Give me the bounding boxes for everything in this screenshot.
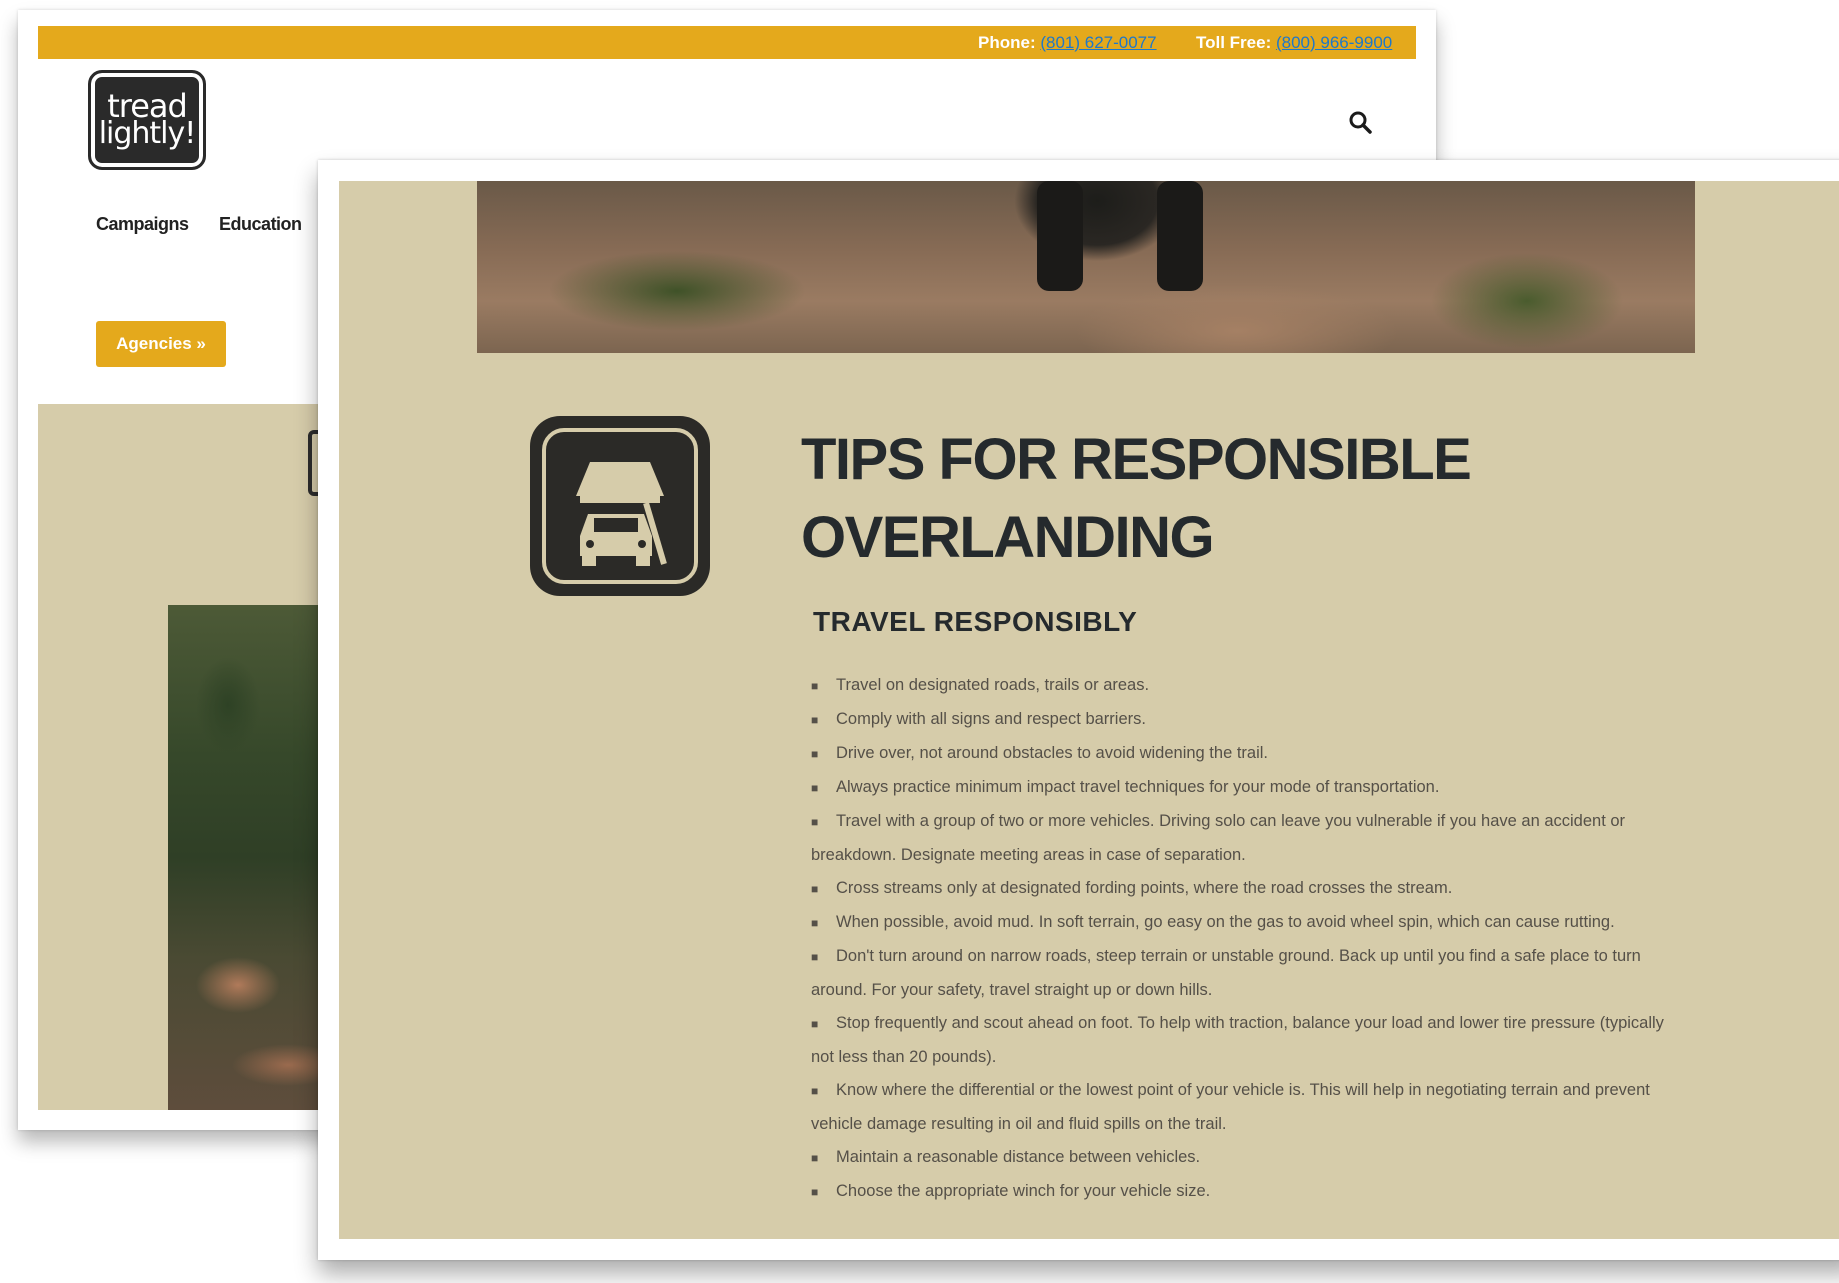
section-heading: TRAVEL RESPONSIBLY [813, 606, 1138, 637]
list-item: ■ Know where the differential or the lowe… [811, 1074, 1691, 1141]
bullet-icon: ■ [811, 916, 819, 930]
search-icon[interactable] [1346, 108, 1376, 138]
tip-text: Travel on designated roads, trails or ar… [836, 676, 1150, 694]
title-line1: TIPS FOR RESPONSIBLE [801, 427, 1472, 492]
title-line2: OVERLANDING [801, 505, 1215, 570]
tollfree-number-link[interactable]: (800) 966-9900 [1276, 33, 1392, 52]
bullet-icon: ■ [811, 1151, 819, 1165]
front-browser-window: TIPS FOR RESPONSIBLE OVERLANDING TRAVEL … [318, 160, 1839, 1260]
list-item: ■ Always practice minimum impact travel t… [811, 771, 1691, 805]
list-item: ■ Travel on designated roads, trails or a… [811, 669, 1691, 703]
tollfree-contact: Toll Free: (800) 966-9900 [1196, 33, 1392, 53]
bullet-icon: ■ [811, 781, 819, 795]
tip-text: Cross streams only at designated fording… [836, 879, 1453, 897]
tread-lightly-logo[interactable]: tread lightly! [88, 70, 206, 170]
list-item: ■ Choose the appropriate winch for your v… [811, 1175, 1691, 1209]
tips-list: ■ Travel on designated roads, trails or a… [811, 669, 1691, 1209]
bullet-icon: ■ [811, 679, 819, 693]
top-contact-bar: Phone: (801) 627-0077 Toll Free: (800) 9… [38, 26, 1416, 59]
agencies-button[interactable]: Agencies » [96, 321, 226, 367]
list-item: ■ When possible, avoid mud. In soft terra… [811, 906, 1691, 940]
tollfree-label: Toll Free: [1196, 33, 1272, 52]
nav-item-campaigns[interactable]: Campaigns [96, 214, 189, 234]
overlanding-badge-icon [530, 416, 710, 596]
bullet-icon: ■ [811, 882, 819, 896]
list-item: ■ Stop frequently and scout ahead on foot… [811, 1007, 1691, 1074]
phone-contact: Phone: (801) 627-0077 [978, 33, 1157, 53]
page-title: TIPS FOR RESPONSIBLE OVERLANDING [801, 421, 1601, 577]
list-item: ■ Comply with all signs and respect barri… [811, 703, 1691, 737]
vehicle-tire-left [1037, 181, 1083, 291]
tip-text: Maintain a reasonable distance between v… [836, 1148, 1201, 1166]
tip-text: Don't turn around on narrow roads, steep… [811, 947, 1641, 999]
tip-text: Always practice minimum impact travel te… [836, 778, 1440, 796]
list-item: ■ Don't turn around on narrow roads, stee… [811, 940, 1691, 1007]
bullet-icon: ■ [811, 815, 819, 829]
hero-trail-photo [477, 181, 1695, 353]
bullet-icon: ■ [811, 747, 819, 761]
phone-number-link[interactable]: (801) 627-0077 [1040, 33, 1156, 52]
tip-text: Drive over, not around obstacles to avoi… [836, 744, 1268, 762]
bullet-icon: ■ [811, 713, 819, 727]
main-nav: Campaigns Education [96, 214, 328, 235]
list-item: ■ Drive over, not around obstacles to avo… [811, 737, 1691, 771]
tip-text: Travel with a group of two or more vehic… [811, 812, 1626, 864]
tip-text: Stop frequently and scout ahead on foot.… [811, 1014, 1664, 1066]
tip-text: Comply with all signs and respect barrie… [836, 710, 1146, 728]
tip-text: Know where the differential or the lowes… [811, 1081, 1650, 1133]
bullet-icon: ■ [811, 1017, 819, 1031]
logo-text-line2: lightly! [98, 116, 197, 151]
phone-label: Phone: [978, 33, 1036, 52]
list-item: ■ Cross streams only at designated fordin… [811, 872, 1691, 906]
bullet-icon: ■ [811, 1084, 819, 1098]
tip-text: Choose the appropriate winch for your ve… [836, 1182, 1211, 1200]
bullet-icon: ■ [811, 950, 819, 964]
tip-text: When possible, avoid mud. In soft terrai… [836, 913, 1615, 931]
rooftop-tent-vehicle-icon [576, 462, 667, 566]
vehicle-tire-right [1157, 181, 1203, 291]
list-item: ■ Maintain a reasonable distance between … [811, 1141, 1691, 1175]
front-content-area: TIPS FOR RESPONSIBLE OVERLANDING TRAVEL … [339, 181, 1839, 1239]
bullet-icon: ■ [811, 1185, 819, 1199]
nav-item-education[interactable]: Education [219, 214, 302, 234]
list-item: ■ Travel with a group of two or more vehi… [811, 805, 1691, 872]
